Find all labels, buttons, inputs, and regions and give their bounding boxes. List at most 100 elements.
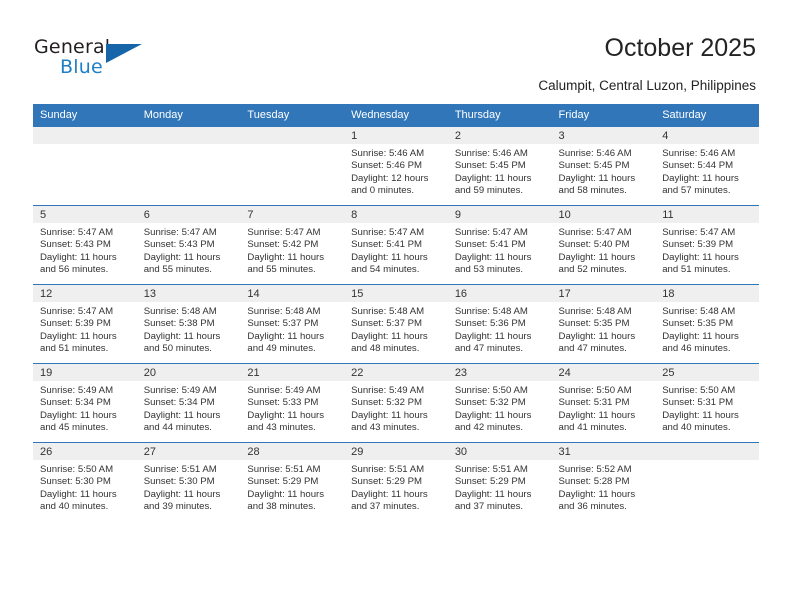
daylight-duration-line2: and 45 minutes. bbox=[40, 422, 109, 434]
calendar-day-cell[interactable]: 3 Sunrise: 5:46 AM Sunset: 5:45 PM Daylight… bbox=[551, 127, 656, 206]
day-details: Sunrise: 5:48 AM Sunset: 5:38 PM Daylight:… bbox=[137, 302, 241, 356]
day-cell-inner: 13 Sunrise: 5:48 AM Sunset: 5:38 PM Dayligh… bbox=[136, 285, 241, 363]
calendar-day-cell[interactable]: 1 Sunrise: 5:46 AM Sunset: 5:46 PM Daylight… bbox=[344, 127, 448, 206]
sunset-time: Sunset: 5:37 PM bbox=[247, 318, 319, 330]
day-number: 15 bbox=[344, 285, 448, 302]
day-cell-inner: 11 Sunrise: 5:47 AM Sunset: 5:39 PM Dayligh… bbox=[655, 206, 759, 284]
sunrise-time: Sunrise: 5:52 AM bbox=[558, 464, 632, 475]
calendar-day-cell[interactable]: 15 Sunrise: 5:48 AM Sunset: 5:37 PM Dayligh… bbox=[344, 284, 448, 364]
day-cell-inner: 5 Sunrise: 5:47 AM Sunset: 5:43 PM Daylight… bbox=[33, 206, 137, 284]
day-cell-inner: 6 Sunrise: 5:47 AM Sunset: 5:43 PM Daylight… bbox=[136, 206, 241, 284]
day-cell-inner: 17 Sunrise: 5:48 AM Sunset: 5:35 PM Dayligh… bbox=[551, 285, 656, 363]
page-header: General Blue October 2025 Calumpit, Cent… bbox=[0, 0, 792, 96]
day-details: Sunrise: 5:47 AM Sunset: 5:43 PM Daylight:… bbox=[33, 223, 137, 277]
daylight-duration-line2: and 46 minutes. bbox=[662, 343, 731, 355]
sunset-time: Sunset: 5:34 PM bbox=[143, 397, 215, 409]
day-cell-inner: 19 Sunrise: 5:49 AM Sunset: 5:34 PM Dayligh… bbox=[33, 364, 137, 442]
calendar-day-cell[interactable]: 21 Sunrise: 5:49 AM Sunset: 5:33 PM Dayligh… bbox=[240, 363, 345, 443]
calendar-day-cell[interactable]: 25 Sunrise: 5:50 AM Sunset: 5:31 PM Dayligh… bbox=[655, 363, 759, 443]
calendar-day-cell[interactable]: 8 Sunrise: 5:47 AM Sunset: 5:41 PM Daylight… bbox=[344, 205, 448, 285]
day-cell-inner: 25 Sunrise: 5:50 AM Sunset: 5:31 PM Dayligh… bbox=[655, 364, 759, 442]
day-details: Sunrise: 5:47 AM Sunset: 5:43 PM Daylight:… bbox=[137, 223, 241, 277]
calendar-day-cell[interactable]: 10 Sunrise: 5:47 AM Sunset: 5:40 PM Dayligh… bbox=[551, 205, 656, 285]
sunset-time: Sunset: 5:31 PM bbox=[662, 397, 734, 409]
logo-text-blue: Blue bbox=[60, 56, 103, 78]
daylight-duration-line2: and 47 minutes. bbox=[454, 343, 524, 355]
daylight-duration-line1: Daylight: 11 hours bbox=[247, 409, 325, 421]
day-cell-inner: 23 Sunrise: 5:50 AM Sunset: 5:32 PM Dayligh… bbox=[447, 364, 552, 442]
daylight-duration-line2: and 41 minutes. bbox=[558, 422, 627, 434]
calendar-day-cell[interactable]: 19 Sunrise: 5:49 AM Sunset: 5:34 PM Dayligh… bbox=[33, 363, 137, 443]
daylight-duration-line1: Daylight: 11 hours bbox=[247, 251, 325, 263]
daylight-duration-line1: Daylight: 11 hours bbox=[351, 488, 428, 500]
sunrise-time: Sunrise: 5:46 AM bbox=[558, 148, 632, 159]
daylight-duration-line1: Daylight: 11 hours bbox=[454, 172, 532, 184]
day-cell-inner bbox=[240, 127, 345, 205]
sunset-time: Sunset: 5:32 PM bbox=[351, 397, 423, 409]
calendar-day-cell[interactable]: 4 Sunrise: 5:46 AM Sunset: 5:44 PM Daylight… bbox=[655, 127, 759, 206]
day-details: Sunrise: 5:48 AM Sunset: 5:35 PM Daylight:… bbox=[552, 302, 656, 356]
sunset-time: Sunset: 5:46 PM bbox=[351, 160, 423, 172]
daylight-duration-line2: and 43 minutes. bbox=[247, 422, 316, 434]
sunset-time: Sunset: 5:40 PM bbox=[558, 239, 630, 251]
day-details: Sunrise: 5:46 AM Sunset: 5:45 PM Daylight:… bbox=[448, 144, 552, 198]
daylight-duration-line1: Daylight: 11 hours bbox=[558, 330, 636, 342]
sunrise-time: Sunrise: 5:48 AM bbox=[351, 306, 425, 317]
day-cell-inner bbox=[136, 127, 241, 205]
daylight-duration-line1: Daylight: 11 hours bbox=[40, 251, 117, 263]
sunrise-time: Sunrise: 5:51 AM bbox=[247, 464, 321, 475]
calendar-day-cell[interactable]: 28 Sunrise: 5:51 AM Sunset: 5:29 PM Dayligh… bbox=[240, 442, 345, 521]
sunrise-time: Sunrise: 5:48 AM bbox=[247, 306, 321, 317]
day-details: Sunrise: 5:52 AM Sunset: 5:28 PM Daylight:… bbox=[552, 460, 656, 514]
calendar-day-cell[interactable]: 14 Sunrise: 5:48 AM Sunset: 5:37 PM Dayligh… bbox=[240, 284, 345, 364]
day-details: Sunrise: 5:46 AM Sunset: 5:45 PM Daylight:… bbox=[552, 144, 656, 198]
daylight-duration-line1: Daylight: 11 hours bbox=[143, 409, 221, 421]
calendar-day-cell[interactable]: 22 Sunrise: 5:49 AM Sunset: 5:32 PM Dayligh… bbox=[344, 363, 448, 443]
sunrise-time: Sunrise: 5:49 AM bbox=[351, 385, 425, 396]
day-details: Sunrise: 5:47 AM Sunset: 5:41 PM Daylight:… bbox=[448, 223, 552, 277]
daylight-duration-line1: Daylight: 12 hours bbox=[351, 172, 429, 184]
sunrise-time: Sunrise: 5:49 AM bbox=[143, 385, 217, 396]
daylight-duration-line2: and 49 minutes. bbox=[247, 343, 316, 355]
sunrise-time: Sunrise: 5:51 AM bbox=[143, 464, 217, 475]
day-number: 25 bbox=[655, 364, 759, 381]
day-number: 28 bbox=[240, 443, 345, 460]
calendar-day-cell[interactable]: 18 Sunrise: 5:48 AM Sunset: 5:35 PM Dayligh… bbox=[655, 284, 759, 364]
sunrise-time: Sunrise: 5:46 AM bbox=[351, 148, 425, 159]
calendar-day-cell[interactable]: 17 Sunrise: 5:48 AM Sunset: 5:35 PM Dayligh… bbox=[551, 284, 656, 364]
calendar-day-cell[interactable]: 31 Sunrise: 5:52 AM Sunset: 5:28 PM Dayligh… bbox=[551, 442, 656, 521]
day-cell-inner: 2 Sunrise: 5:46 AM Sunset: 5:45 PM Daylight… bbox=[447, 127, 552, 205]
daylight-duration-line2: and 42 minutes. bbox=[454, 422, 524, 434]
calendar-day-cell[interactable]: 26 Sunrise: 5:50 AM Sunset: 5:30 PM Dayligh… bbox=[33, 442, 137, 521]
calendar-day-cell[interactable]: 12 Sunrise: 5:47 AM Sunset: 5:39 PM Dayligh… bbox=[33, 284, 137, 364]
daylight-duration-line1: Daylight: 11 hours bbox=[143, 330, 221, 342]
weekday-header-monday: Monday bbox=[136, 104, 241, 127]
daylight-duration-line1: Daylight: 11 hours bbox=[143, 251, 221, 263]
calendar-day-cell[interactable]: 6 Sunrise: 5:47 AM Sunset: 5:43 PM Daylight… bbox=[136, 205, 241, 285]
calendar-day-cell[interactable]: 24 Sunrise: 5:50 AM Sunset: 5:31 PM Dayligh… bbox=[551, 363, 656, 443]
sunset-time: Sunset: 5:30 PM bbox=[143, 476, 215, 488]
day-details: Sunrise: 5:50 AM Sunset: 5:32 PM Daylight:… bbox=[448, 381, 552, 435]
day-cell-inner: 14 Sunrise: 5:48 AM Sunset: 5:37 PM Dayligh… bbox=[240, 285, 345, 363]
calendar-day-cell[interactable]: 2 Sunrise: 5:46 AM Sunset: 5:45 PM Daylight… bbox=[447, 127, 552, 206]
day-cell-inner: 24 Sunrise: 5:50 AM Sunset: 5:31 PM Dayligh… bbox=[551, 364, 656, 442]
calendar-day-cell[interactable]: 29 Sunrise: 5:51 AM Sunset: 5:29 PM Dayligh… bbox=[344, 442, 448, 521]
sunrise-time: Sunrise: 5:47 AM bbox=[351, 227, 425, 238]
calendar-day-cell[interactable]: 9 Sunrise: 5:47 AM Sunset: 5:41 PM Daylight… bbox=[447, 205, 552, 285]
day-details: Sunrise: 5:47 AM Sunset: 5:40 PM Daylight:… bbox=[552, 223, 656, 277]
calendar-day-cell[interactable]: 13 Sunrise: 5:48 AM Sunset: 5:38 PM Dayligh… bbox=[136, 284, 241, 364]
calendar-day-cell[interactable]: 23 Sunrise: 5:50 AM Sunset: 5:32 PM Dayligh… bbox=[447, 363, 552, 443]
calendar-day-cell[interactable]: 16 Sunrise: 5:48 AM Sunset: 5:36 PM Dayligh… bbox=[447, 284, 552, 364]
daylight-duration-line2: and 40 minutes. bbox=[662, 422, 731, 434]
calendar-day-cell[interactable]: 27 Sunrise: 5:51 AM Sunset: 5:30 PM Dayligh… bbox=[136, 442, 241, 521]
daylight-duration-line1: Daylight: 11 hours bbox=[662, 409, 739, 421]
day-number: 13 bbox=[136, 285, 241, 302]
sunset-time: Sunset: 5:45 PM bbox=[454, 160, 526, 172]
daylight-duration-line1: Daylight: 11 hours bbox=[454, 488, 532, 500]
calendar-day-cell[interactable]: 30 Sunrise: 5:51 AM Sunset: 5:29 PM Dayligh… bbox=[447, 442, 552, 521]
calendar-day-cell[interactable]: 20 Sunrise: 5:49 AM Sunset: 5:34 PM Dayligh… bbox=[136, 363, 241, 443]
calendar-day-cell[interactable]: 7 Sunrise: 5:47 AM Sunset: 5:42 PM Daylight… bbox=[240, 205, 345, 285]
calendar-day-cell[interactable]: 11 Sunrise: 5:47 AM Sunset: 5:39 PM Dayligh… bbox=[655, 205, 759, 285]
general-blue-logo[interactable]: General Blue bbox=[34, 36, 164, 86]
calendar-day-cell[interactable]: 5 Sunrise: 5:47 AM Sunset: 5:43 PM Daylight… bbox=[33, 205, 137, 285]
